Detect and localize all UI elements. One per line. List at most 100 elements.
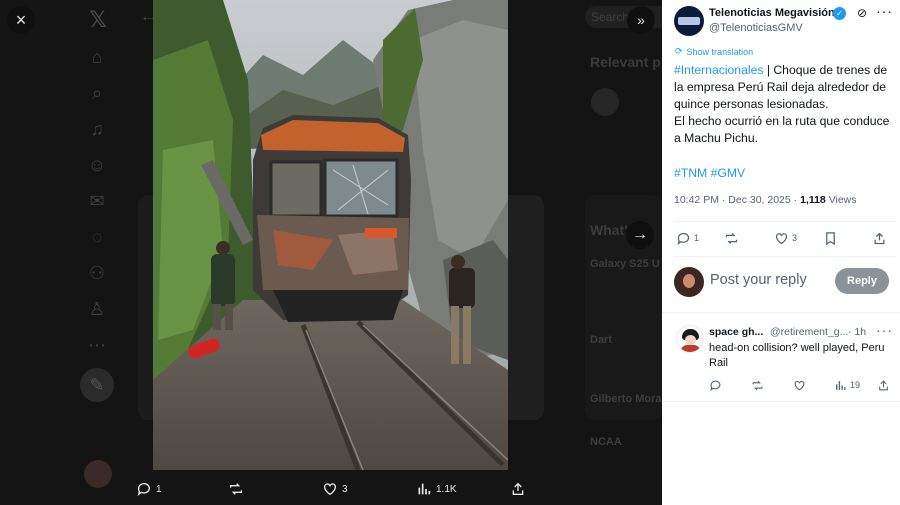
comment-views-button[interactable]: 19	[834, 378, 860, 392]
avatar-face	[685, 335, 696, 345]
background-trend-3: Gilberto Mora	[590, 393, 662, 405]
tweet-timestamp: 10:42 PM · Dec 30, 2025 · 1,118 Views	[674, 194, 857, 206]
comment-time[interactable]: · 1h	[848, 326, 866, 338]
arrow-right-icon: →	[632, 226, 648, 243]
grok-icon: ◌	[91, 227, 103, 247]
explore-icon: ⌕	[91, 83, 103, 103]
background-card-edge	[138, 195, 154, 420]
tweet-views-label: Views	[825, 194, 857, 206]
media-views-button[interactable]: 1.1K	[416, 477, 457, 501]
bookmark-button[interactable]	[823, 229, 838, 247]
tweet-time[interactable]: 10:42 PM · Dec 30, 2025 ·	[674, 194, 800, 206]
next-media-button[interactable]: →	[626, 221, 654, 249]
profile-icon: ♙	[88, 299, 106, 319]
follow-icon: ☺	[87, 155, 107, 175]
x-logo-icon: 𝕏	[89, 7, 107, 32]
more-circle-icon: ⋯	[88, 335, 106, 355]
tweet-hashtags: #TNM #GMV	[674, 165, 745, 182]
share-icon	[879, 379, 888, 390]
tweet-body-line-2: El hecho ocurrió en la ruta que conduce …	[674, 114, 890, 145]
comment-more-icon[interactable]: ···	[876, 322, 893, 338]
comment-repost-button[interactable]	[751, 378, 764, 392]
media-photo[interactable]	[153, 0, 508, 470]
share-icon	[512, 482, 524, 495]
media-action-bar: 1 3 1.1K	[130, 477, 530, 501]
background-trend-1: Galaxy S25 U	[590, 258, 660, 270]
background-sidebar: ⌂ ⌕ ♫ ☺ ✉ ◌ ⚇ ♙ ⋯	[78, 0, 118, 505]
background-card-edge-right	[508, 195, 544, 420]
avatar-body	[681, 345, 700, 352]
background-trend-4: NCAA	[590, 436, 622, 448]
media-like-count: 3	[342, 483, 348, 495]
home-icon: ⌂	[91, 47, 103, 67]
avatar-face	[683, 274, 695, 288]
media-like-button[interactable]: 3	[322, 477, 348, 501]
views-icon	[836, 380, 846, 390]
translate-icon: ⟳	[675, 46, 683, 56]
double-chevron-icon: »	[637, 12, 645, 28]
background-avatar	[84, 460, 112, 488]
comment-avatar[interactable]	[676, 325, 704, 353]
tweet-views-count: 1,118	[800, 194, 826, 206]
divider	[662, 401, 900, 402]
tweet-body: #Internacionales | Choque de trenes de l…	[674, 62, 896, 147]
repost-icon	[725, 232, 738, 244]
bookmark-icon	[826, 231, 835, 245]
background-relevant-header: Relevant p	[590, 54, 661, 70]
comment-like-button[interactable]	[793, 378, 806, 392]
author-avatar[interactable]	[674, 6, 704, 36]
show-translation-link[interactable]: ⟳ Show translation	[675, 46, 753, 57]
messages-icon: ✉	[89, 191, 105, 211]
current-user-avatar[interactable]	[674, 267, 704, 297]
media-share-button[interactable]	[510, 477, 526, 501]
close-icon: ×	[15, 10, 27, 30]
heart-icon	[794, 380, 805, 390]
comment-reply-button[interactable]	[709, 378, 722, 392]
compose-icon: ✎	[80, 368, 114, 402]
more-options-icon[interactable]: ···	[876, 3, 893, 19]
comment-actions: 19	[709, 378, 894, 394]
repost-icon	[230, 483, 242, 495]
hashtag-internacionales[interactable]: #Internacionales	[674, 63, 763, 77]
show-translation-label: Show translation	[686, 46, 754, 57]
comment-author-name[interactable]: space gh...	[709, 326, 763, 338]
reply-count: 1	[694, 233, 700, 243]
media-views-count: 1.1K	[436, 483, 457, 495]
share-button[interactable]	[872, 229, 887, 247]
divider	[674, 221, 896, 222]
reply-input[interactable]: Post your reply	[710, 272, 807, 288]
media-reply-button[interactable]: 1	[136, 477, 162, 501]
comment-share-button[interactable]	[877, 378, 890, 392]
author-name[interactable]: Telenoticias Megavisión	[709, 7, 835, 19]
divider	[674, 256, 896, 257]
hashtag-gmv[interactable]: #GMV	[711, 166, 746, 180]
media-repost-button[interactable]	[228, 477, 248, 501]
train-collision-photo	[153, 0, 508, 470]
views-icon	[418, 483, 431, 495]
reply-icon	[137, 483, 150, 496]
author-handle[interactable]: @TelenoticiasGMV	[709, 22, 803, 34]
hashtag-tnm[interactable]: #TNM	[674, 166, 707, 180]
grok-explain-icon[interactable]: ⊘	[857, 6, 871, 20]
repost-icon	[752, 380, 763, 390]
reply-icon	[677, 232, 690, 245]
tweet-actions: 1 3	[674, 229, 896, 249]
comment-views-count: 19	[850, 380, 861, 390]
communities-icon: ⚇	[88, 263, 106, 283]
reply-submit-button[interactable]: Reply	[835, 268, 889, 294]
like-count: 3	[792, 233, 798, 243]
comment-text: head-on collision? well played, Peru Rai…	[709, 342, 885, 369]
like-button[interactable]: 3	[774, 229, 797, 247]
divider	[662, 312, 900, 313]
repost-button[interactable]	[724, 229, 742, 247]
comment-author-handle[interactable]: @retirement_g...	[770, 326, 848, 338]
background-right-column: Search Relevant p What's Galaxy S25 U Da…	[585, 0, 662, 505]
collapse-panel-button[interactable]: »	[627, 6, 655, 34]
heart-icon	[775, 232, 788, 244]
media-reply-count: 1	[156, 483, 162, 495]
tweet-panel: Telenoticias Megavisión ✓ @TelenoticiasG…	[662, 0, 900, 505]
reply-button[interactable]: 1	[676, 229, 699, 247]
close-button[interactable]: ×	[7, 6, 35, 34]
heart-icon	[324, 483, 336, 496]
share-icon	[874, 232, 885, 244]
